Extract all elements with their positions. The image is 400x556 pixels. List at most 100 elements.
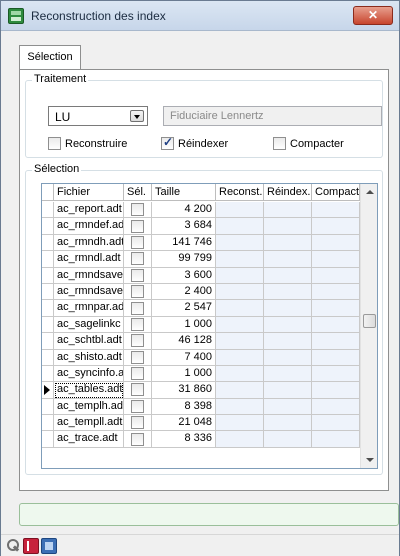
row-header[interactable] <box>42 202 54 219</box>
cell-fichier[interactable]: ac_rmnpar.adt <box>54 300 124 317</box>
cell-sel[interactable] <box>124 349 152 366</box>
tools-icon[interactable] <box>5 538 21 554</box>
reindexer-checkbox[interactable]: Réindexer <box>161 135 228 150</box>
table-row[interactable]: ac_rmndsave 3 600 <box>42 267 360 284</box>
row-select-checkbox[interactable] <box>131 268 144 282</box>
screen-icon[interactable] <box>41 538 57 554</box>
col-header-taille[interactable]: Taille <box>152 184 216 201</box>
table-row[interactable]: ac_templh.adt 8 398 <box>42 398 360 416</box>
row-select-checkbox[interactable] <box>131 285 144 299</box>
cell-fichier[interactable]: ac_sagelinkc <box>54 316 124 334</box>
row-header[interactable] <box>42 349 54 366</box>
cell-fichier[interactable]: ac_templh.adt <box>54 398 124 416</box>
row-header[interactable] <box>42 382 54 399</box>
row-select-checkbox[interactable] <box>131 399 144 413</box>
row-header[interactable] <box>42 300 54 317</box>
cell-fichier[interactable]: ac_rmndsave <box>54 283 124 301</box>
row-header[interactable] <box>42 365 54 383</box>
cell-sel[interactable] <box>124 333 152 350</box>
cell-sel[interactable] <box>124 218 152 235</box>
cell-sel[interactable] <box>124 382 152 399</box>
table-row[interactable]: ac_tables.adt 31 860 <box>42 382 360 399</box>
col-header-fichier[interactable]: Fichier <box>54 184 124 201</box>
cell-sel[interactable] <box>124 267 152 284</box>
row-header[interactable] <box>42 251 54 268</box>
cell-sel[interactable] <box>124 251 152 268</box>
reconstruire-checkbox-box[interactable] <box>48 137 61 150</box>
table-row[interactable]: ac_schtbl.adt 46 128 <box>42 333 360 350</box>
close-button[interactable]: ✕ <box>353 6 393 25</box>
files-grid[interactable]: Fichier Sél. Taille Reconst. Réindex. Co… <box>41 183 378 469</box>
row-select-checkbox[interactable] <box>131 416 144 430</box>
cell-fichier[interactable]: ac_rmndef.adt <box>54 218 124 235</box>
row-select-checkbox[interactable] <box>131 219 144 233</box>
cell-fichier[interactable]: ac_shisto.adt <box>54 349 124 366</box>
row-select-checkbox[interactable] <box>131 334 144 348</box>
row-select-checkbox[interactable] <box>131 432 144 446</box>
cell-sel[interactable] <box>124 234 152 252</box>
table-row[interactable]: ac_syncinfo.adt 1 000 <box>42 365 360 383</box>
row-select-checkbox[interactable] <box>131 235 144 249</box>
table-row[interactable]: ac_sagelinkc 1 000 <box>42 316 360 334</box>
tab-selection[interactable]: Sélection <box>19 45 81 70</box>
cell-fichier[interactable]: ac_rmndl.adt <box>54 251 124 268</box>
cell-sel[interactable] <box>124 202 152 219</box>
col-header-reindex[interactable]: Réindex. <box>264 184 312 201</box>
grid-vertical-scrollbar[interactable] <box>360 184 377 468</box>
cell-sel[interactable] <box>124 316 152 334</box>
table-row[interactable]: ac_trace.adt 8 336 <box>42 431 360 448</box>
cell-fichier[interactable]: ac_syncinfo.adt <box>54 365 124 383</box>
cell-fichier[interactable]: ac_templl.adt <box>54 415 124 432</box>
table-row[interactable]: ac_rmndl.adt 99 799 <box>42 251 360 268</box>
row-header[interactable] <box>42 283 54 301</box>
reindexer-checkbox-box[interactable] <box>161 135 174 150</box>
row-select-checkbox[interactable] <box>131 367 144 381</box>
col-header-reconst[interactable]: Reconst. <box>216 184 264 201</box>
compacter-checkbox[interactable]: Compacter <box>273 137 344 150</box>
table-row[interactable]: ac_report.adt 4 200 <box>42 202 360 219</box>
col-header-sel[interactable]: Sél. <box>124 184 152 201</box>
cell-sel[interactable] <box>124 283 152 301</box>
row-header[interactable] <box>42 398 54 416</box>
row-header[interactable] <box>42 415 54 432</box>
row-select-checkbox[interactable] <box>131 383 144 397</box>
col-header-compact[interactable]: Compact. <box>312 184 362 201</box>
cell-sel[interactable] <box>124 415 152 432</box>
cell-fichier[interactable]: ac_trace.adt <box>54 431 124 448</box>
row-select-checkbox[interactable] <box>131 317 144 331</box>
scroll-thumb[interactable] <box>363 314 376 328</box>
cell-sel[interactable] <box>124 431 152 448</box>
scroll-down-icon[interactable] <box>366 458 374 462</box>
row-header[interactable] <box>42 234 54 252</box>
title-bar[interactable]: Reconstruction des index ✕ <box>1 1 399 31</box>
cell-fichier[interactable]: ac_rmndsave <box>54 267 124 284</box>
scroll-up-icon[interactable] <box>366 190 374 194</box>
row-select-checkbox[interactable] <box>131 203 144 217</box>
cell-fichier[interactable]: ac_tables.adt <box>54 382 124 399</box>
cell-fichier[interactable]: ac_report.adt <box>54 202 124 219</box>
row-header[interactable] <box>42 316 54 334</box>
book-icon[interactable] <box>23 538 39 554</box>
row-select-checkbox[interactable] <box>131 301 144 315</box>
cell-fichier[interactable]: ac_rmndh.adt <box>54 234 124 252</box>
row-select-checkbox[interactable] <box>131 252 144 266</box>
chevron-down-icon[interactable] <box>130 110 144 122</box>
row-header[interactable] <box>42 218 54 235</box>
reconstruire-checkbox[interactable]: Reconstruire <box>48 137 127 150</box>
row-header[interactable] <box>42 431 54 448</box>
cell-sel[interactable] <box>124 398 152 416</box>
cell-sel[interactable] <box>124 300 152 317</box>
dossier-combobox[interactable]: LU <box>48 106 148 126</box>
row-header[interactable] <box>42 333 54 350</box>
table-row[interactable]: ac_rmndef.adt 3 684 <box>42 218 360 235</box>
table-row[interactable]: ac_rmndsave 2 400 <box>42 283 360 301</box>
table-row[interactable]: ac_shisto.adt 7 400 <box>42 349 360 366</box>
cell-fichier[interactable]: ac_schtbl.adt <box>54 333 124 350</box>
table-row[interactable]: ac_rmndh.adt 141 746 <box>42 234 360 252</box>
row-header[interactable] <box>42 267 54 284</box>
table-row[interactable]: ac_templl.adt 21 048 <box>42 415 360 432</box>
row-select-checkbox[interactable] <box>131 350 144 364</box>
compacter-checkbox-box[interactable] <box>273 137 286 150</box>
cell-sel[interactable] <box>124 365 152 383</box>
table-row[interactable]: ac_rmnpar.adt 2 547 <box>42 300 360 317</box>
